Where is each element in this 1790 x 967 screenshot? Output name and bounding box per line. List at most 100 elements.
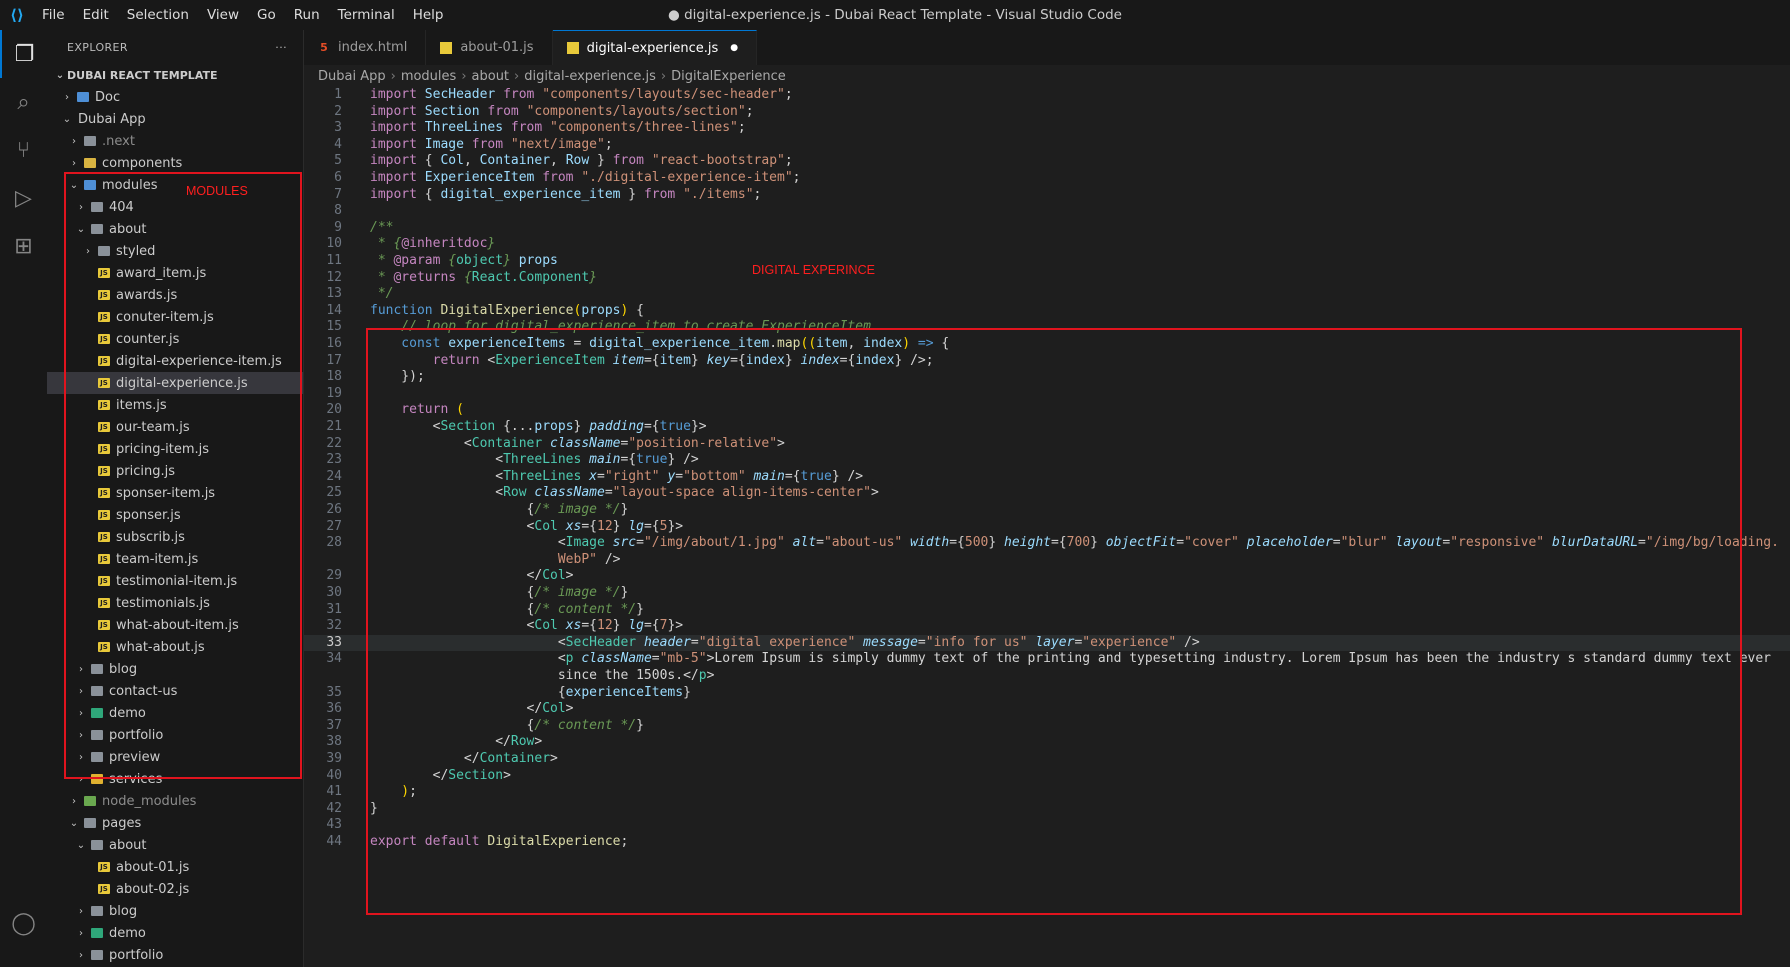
menu-item-terminal[interactable]: Terminal: [338, 7, 395, 23]
file-item[interactable]: pricing.js: [47, 460, 303, 482]
file-item[interactable]: items.js: [47, 394, 303, 416]
code-line[interactable]: 3 import ThreeLines from "components/thre…: [304, 120, 1790, 137]
code-line[interactable]: 20 return (: [304, 402, 1790, 419]
folder-item[interactable]: › demo: [47, 922, 303, 944]
code-line[interactable]: 12 * @returns {React.Component}: [304, 270, 1790, 287]
menu-item-help[interactable]: Help: [413, 7, 444, 23]
run-debug-icon[interactable]: ▷: [0, 174, 47, 222]
folder-item[interactable]: ⌄ about: [47, 834, 303, 856]
file-item[interactable]: conuter-item.js: [47, 306, 303, 328]
code-line[interactable]: 33 <SecHeader header="digital experience…: [304, 634, 1790, 652]
file-item[interactable]: award_item.js: [47, 262, 303, 284]
folder-item[interactable]: › node_modules: [47, 790, 303, 812]
code-line[interactable]: 7 import { digital_experience_item } from…: [304, 187, 1790, 204]
code-line[interactable]: 39 </Container>: [304, 751, 1790, 768]
tab-index-html[interactable]: 5 index.html: [304, 30, 427, 65]
folder-item[interactable]: › contact-us: [47, 680, 303, 702]
code-line[interactable]: 36 </Col>: [304, 701, 1790, 718]
workspace-root[interactable]: ⌄ DUBAI REACT TEMPLATE: [47, 64, 303, 86]
folder-item[interactable]: › services: [47, 768, 303, 790]
folder-item[interactable]: ⌄ about: [47, 218, 303, 240]
folder-item[interactable]: › portfolio: [47, 724, 303, 746]
folder-item[interactable]: ⌄ modules: [47, 174, 303, 196]
breadcrumb-item[interactable]: about: [472, 69, 510, 84]
code-line[interactable]: 14 function DigitalExperience(props) {: [304, 303, 1790, 320]
code-line[interactable]: WebP" />: [304, 552, 1790, 569]
file-item[interactable]: what-about-item.js: [47, 614, 303, 636]
file-item[interactable]: about-02.js: [47, 878, 303, 900]
code-line[interactable]: 9 /**: [304, 220, 1790, 237]
code-line[interactable]: 24 <ThreeLines x="right" y="bottom" main…: [304, 469, 1790, 486]
file-item[interactable]: team-item.js: [47, 548, 303, 570]
folder-item[interactable]: › components: [47, 152, 303, 174]
account-icon[interactable]: ◯: [0, 899, 47, 947]
code-line[interactable]: 40 </Section>: [304, 768, 1790, 785]
code-line[interactable]: 28 <Image src="/img/about/1.jpg" alt="ab…: [304, 535, 1790, 552]
folder-item[interactable]: › styled: [47, 240, 303, 262]
folder-item[interactable]: ⌄ Dubai App: [47, 108, 303, 130]
breadcrumb-item[interactable]: modules: [401, 69, 457, 84]
code-line[interactable]: 11 * @param {object} props: [304, 253, 1790, 270]
code-line[interactable]: 43: [304, 817, 1790, 834]
code-line[interactable]: 37 {/* content */}: [304, 718, 1790, 735]
code-line[interactable]: 25 <Row className="layout-space align-it…: [304, 485, 1790, 502]
folder-item[interactable]: › blog: [47, 900, 303, 922]
code-line[interactable]: 29 </Col>: [304, 568, 1790, 585]
code-line[interactable]: 8: [304, 203, 1790, 220]
code-line[interactable]: 30 {/* image */}: [304, 585, 1790, 602]
code-line[interactable]: 4 import Image from "next/image";: [304, 137, 1790, 154]
file-item[interactable]: testimonial-item.js: [47, 570, 303, 592]
folder-item[interactable]: › demo: [47, 702, 303, 724]
code-line[interactable]: 44 export default DigitalExperience;: [304, 834, 1790, 851]
tab-digital-experience-js[interactable]: digital-experience.js ●: [552, 30, 758, 65]
menu-item-edit[interactable]: Edit: [83, 7, 109, 23]
file-item[interactable]: digital-experience.js: [47, 372, 303, 394]
code-line[interactable]: since the 1500s.</p>: [304, 668, 1790, 685]
code-line[interactable]: 35 {experienceItems}: [304, 685, 1790, 702]
menu-item-go[interactable]: Go: [257, 7, 276, 23]
code-line[interactable]: 19: [304, 386, 1790, 403]
code-line[interactable]: 17 return <ExperienceItem item={item} ke…: [304, 353, 1790, 370]
code-editor[interactable]: 1 import SecHeader from "components/layou…: [304, 87, 1790, 967]
code-line[interactable]: 34 <p className="mb-5">Lorem Ipsum is si…: [304, 651, 1790, 668]
explorer-icon[interactable]: ❐: [0, 30, 47, 78]
code-line[interactable]: 2 import Section from "components/layouts…: [304, 104, 1790, 121]
code-line[interactable]: 21 <Section {...props} padding={true}>: [304, 419, 1790, 436]
breadcrumb-item[interactable]: DigitalExperience: [671, 69, 786, 84]
breadcrumb-item[interactable]: digital-experience.js: [524, 69, 656, 84]
file-item[interactable]: sponser.js: [47, 504, 303, 526]
code-line[interactable]: 38 </Row>: [304, 734, 1790, 751]
menu-item-run[interactable]: Run: [294, 7, 320, 23]
folder-item[interactable]: › blog: [47, 658, 303, 680]
menu-item-view[interactable]: View: [207, 7, 239, 23]
folder-item[interactable]: › 404: [47, 196, 303, 218]
file-item[interactable]: counter.js: [47, 328, 303, 350]
file-item[interactable]: awards.js: [47, 284, 303, 306]
folder-item[interactable]: › Doc: [47, 86, 303, 108]
code-line[interactable]: 18 });: [304, 369, 1790, 386]
menu-item-selection[interactable]: Selection: [127, 7, 189, 23]
file-item[interactable]: sponser-item.js: [47, 482, 303, 504]
file-item[interactable]: digital-experience-item.js: [47, 350, 303, 372]
folder-item[interactable]: › .next: [47, 130, 303, 152]
code-line[interactable]: 22 <Container className="position-relati…: [304, 436, 1790, 453]
search-icon[interactable]: ⌕: [0, 78, 47, 126]
tab-about-01-js[interactable]: about-01.js: [426, 30, 553, 65]
code-line[interactable]: 27 <Col xs={12} lg={5}>: [304, 519, 1790, 536]
code-line[interactable]: 13 */: [304, 286, 1790, 303]
code-line[interactable]: 32 <Col xs={12} lg={7}>: [304, 618, 1790, 635]
file-item[interactable]: pricing-item.js: [47, 438, 303, 460]
menu-item-file[interactable]: File: [42, 7, 65, 23]
folder-item[interactable]: › portfolio: [47, 944, 303, 966]
source-control-icon[interactable]: ⑂: [0, 126, 47, 174]
code-line[interactable]: 26 {/* image */}: [304, 502, 1790, 519]
code-line[interactable]: 5 import { Col, Container, Row } from "re…: [304, 153, 1790, 170]
code-line[interactable]: 23 <ThreeLines main={true} />: [304, 452, 1790, 469]
extensions-icon[interactable]: ⊞: [0, 222, 47, 270]
unsaved-dot-icon[interactable]: ●: [730, 43, 738, 53]
breadcrumb-item[interactable]: Dubai App: [318, 69, 386, 84]
file-item[interactable]: our-team.js: [47, 416, 303, 438]
code-line[interactable]: 6 import ExperienceItem from "./digital-e…: [304, 170, 1790, 187]
folder-item[interactable]: › preview: [47, 746, 303, 768]
file-item[interactable]: about-01.js: [47, 856, 303, 878]
